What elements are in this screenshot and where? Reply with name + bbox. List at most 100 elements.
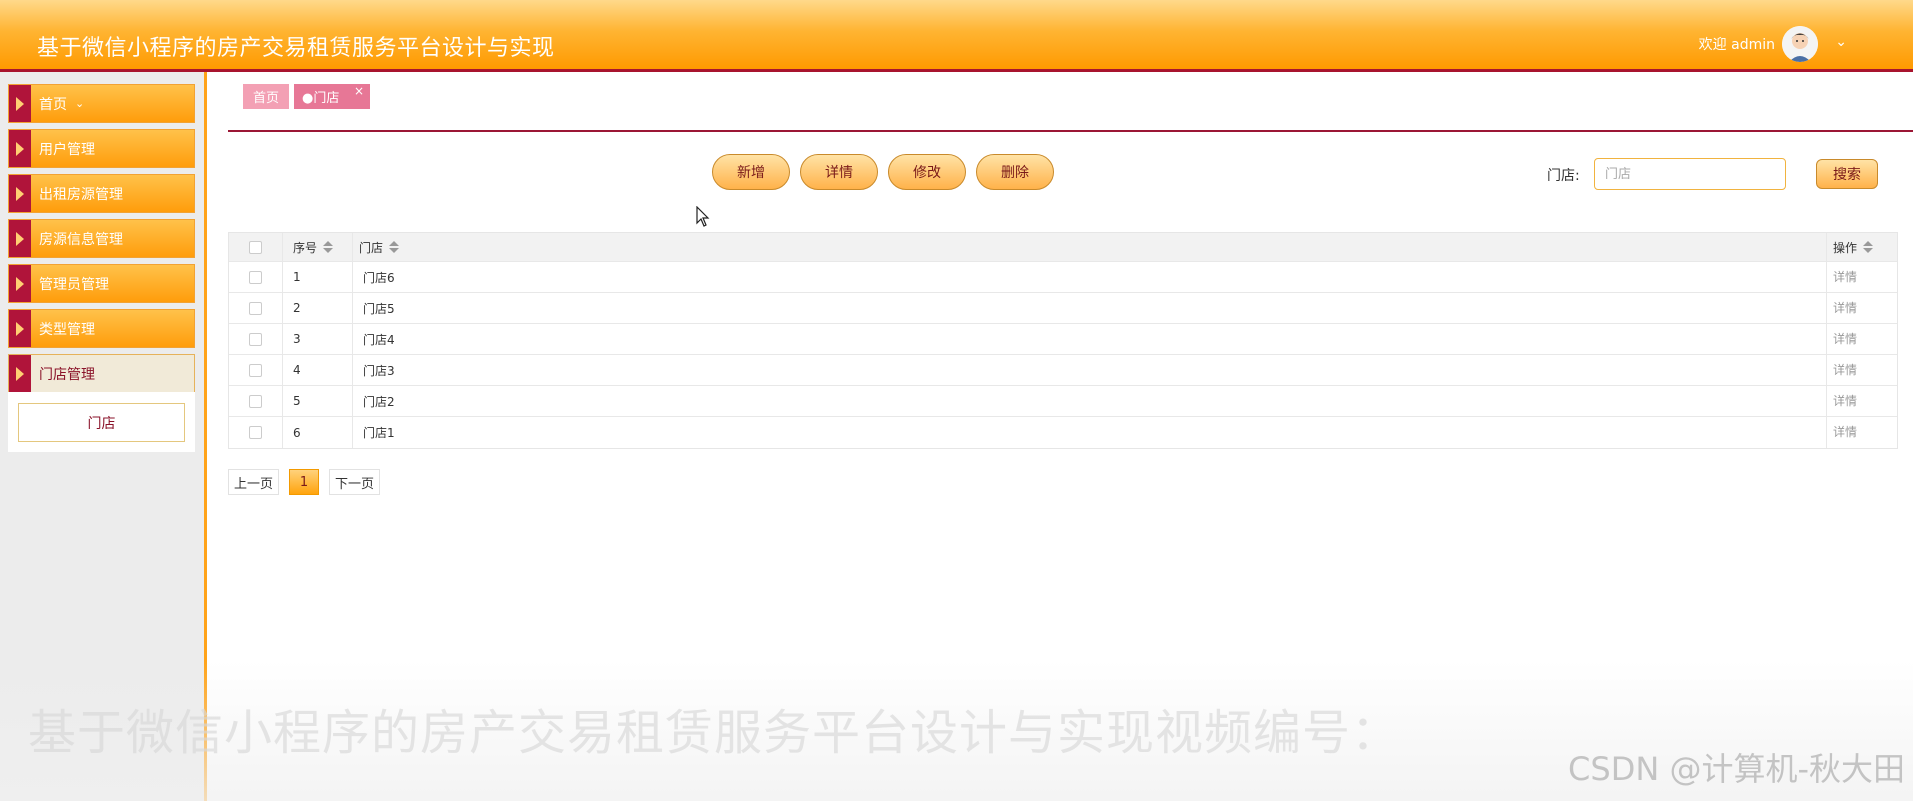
row-checkbox-cell bbox=[229, 324, 283, 354]
row-detail-link[interactable]: 详情 bbox=[1833, 268, 1857, 285]
detail-button[interactable]: 详情 bbox=[800, 154, 878, 190]
row-checkbox-cell bbox=[229, 386, 283, 416]
sidebar-item-stores[interactable]: 门店管理 bbox=[8, 354, 195, 393]
table-row: 1 门店6 详情 bbox=[229, 262, 1897, 293]
row-checkbox[interactable] bbox=[249, 301, 262, 315]
sidebar-item-users[interactable]: 用户管理 bbox=[8, 129, 195, 168]
sort-icon[interactable] bbox=[1863, 241, 1874, 253]
stores-submenu: 门店 bbox=[8, 392, 195, 452]
user-avatar[interactable] bbox=[1782, 26, 1818, 62]
arrow-right-icon bbox=[9, 175, 31, 212]
delete-button[interactable]: 删除 bbox=[976, 154, 1054, 190]
add-button[interactable]: 新增 bbox=[712, 154, 790, 190]
app-title: 基于微信小程序的房产交易租赁服务平台设计与实现 bbox=[37, 36, 555, 61]
table-row: 2 门店5 详情 bbox=[229, 293, 1897, 324]
sidebar-item-label: 出租房源管理 bbox=[39, 186, 123, 203]
next-page-button[interactable]: 下一页 bbox=[329, 469, 380, 495]
row-checkbox[interactable] bbox=[249, 363, 262, 377]
row-store-name: 门店4 bbox=[353, 324, 1827, 354]
row-index: 4 bbox=[283, 355, 353, 385]
edit-button[interactable]: 修改 bbox=[888, 154, 966, 190]
select-all-cell bbox=[229, 233, 283, 261]
page-number-current[interactable]: 1 bbox=[289, 469, 319, 495]
sidebar-item-label: 首页 bbox=[39, 96, 67, 113]
tab-divider bbox=[228, 130, 1913, 132]
store-table: 序号 门店 操作 1 门店6 详情 2 门店5 详情 3 门店4 详情 4 门店… bbox=[228, 232, 1898, 449]
column-action[interactable]: 操作 bbox=[1827, 233, 1899, 261]
row-index: 2 bbox=[283, 293, 353, 323]
row-detail-link[interactable]: 详情 bbox=[1833, 423, 1857, 440]
prev-page-button[interactable]: 上一页 bbox=[228, 469, 279, 495]
arrow-right-icon bbox=[9, 265, 31, 302]
row-checkbox[interactable] bbox=[249, 426, 262, 439]
video-caption-overlay: 基于微信小程序的房产交易租赁服务平台设计与实现视频编号： bbox=[28, 705, 1401, 761]
row-index: 6 bbox=[283, 417, 353, 448]
arrow-right-icon bbox=[9, 220, 31, 257]
row-checkbox-cell bbox=[229, 355, 283, 385]
row-checkbox-cell bbox=[229, 417, 283, 448]
row-detail-link[interactable]: 详情 bbox=[1833, 330, 1857, 347]
row-checkbox[interactable] bbox=[249, 332, 262, 346]
table-row: 4 门店3 详情 bbox=[229, 355, 1897, 386]
sidebar-item-label: 类型管理 bbox=[39, 321, 95, 338]
row-store-name: 门店3 bbox=[353, 355, 1827, 385]
row-checkbox[interactable] bbox=[249, 270, 262, 284]
column-store[interactable]: 门店 bbox=[353, 233, 1827, 261]
search-label: 门店: bbox=[1547, 168, 1580, 184]
chevron-down-icon: ⌄ bbox=[75, 97, 85, 110]
sidebar-item-types[interactable]: 类型管理 bbox=[8, 309, 195, 348]
close-icon[interactable]: × bbox=[354, 84, 364, 98]
table-header: 序号 门店 操作 bbox=[229, 233, 1897, 262]
row-store-name: 门店1 bbox=[353, 417, 1827, 448]
submenu-item-store[interactable]: 门店 bbox=[18, 403, 185, 442]
row-detail-link[interactable]: 详情 bbox=[1833, 392, 1857, 409]
row-checkbox-cell bbox=[229, 293, 283, 323]
sort-icon[interactable] bbox=[389, 241, 400, 253]
table-row: 6 门店1 详情 bbox=[229, 417, 1897, 448]
row-action-cell: 详情 bbox=[1827, 386, 1899, 416]
row-index: 3 bbox=[283, 324, 353, 354]
row-store-name: 门店6 bbox=[353, 262, 1827, 292]
sidebar-item-admins[interactable]: 管理员管理 bbox=[8, 264, 195, 303]
column-index[interactable]: 序号 bbox=[283, 233, 353, 261]
sidebar-item-home[interactable]: 首页 ⌄ bbox=[8, 84, 195, 123]
row-detail-link[interactable]: 详情 bbox=[1833, 361, 1857, 378]
sidebar-item-rentals[interactable]: 出租房源管理 bbox=[8, 174, 195, 213]
arrow-right-icon bbox=[9, 355, 31, 392]
tab-home[interactable]: 首页 bbox=[243, 84, 289, 109]
row-action-cell: 详情 bbox=[1827, 417, 1899, 448]
row-detail-link[interactable]: 详情 bbox=[1833, 299, 1857, 316]
row-action-cell: 详情 bbox=[1827, 293, 1899, 323]
mouse-cursor-icon bbox=[696, 206, 710, 227]
csdn-watermark: CSDN @计算机-秋大田 bbox=[1568, 750, 1905, 788]
tab-store[interactable]: ●门店 × bbox=[294, 84, 370, 109]
sort-icon[interactable] bbox=[323, 241, 334, 253]
arrow-right-icon bbox=[9, 310, 31, 347]
avatar-icon bbox=[1782, 26, 1818, 62]
search-input[interactable] bbox=[1594, 158, 1786, 190]
row-store-name: 门店2 bbox=[353, 386, 1827, 416]
sidebar-item-label: 房源信息管理 bbox=[39, 231, 123, 248]
user-menu-chevron-icon[interactable]: ⌄ bbox=[1835, 34, 1847, 50]
select-all-checkbox[interactable] bbox=[249, 240, 262, 254]
sidebar-item-label: 管理员管理 bbox=[39, 276, 109, 293]
row-index: 1 bbox=[283, 262, 353, 292]
top-header: 基于微信小程序的房产交易租赁服务平台设计与实现 欢迎 admin ⌄ bbox=[0, 0, 1913, 72]
sidebar-item-listings[interactable]: 房源信息管理 bbox=[8, 219, 195, 258]
table-row: 5 门店2 详情 bbox=[229, 386, 1897, 417]
tab-store-label: ●门店 bbox=[302, 91, 340, 106]
arrow-right-icon bbox=[9, 130, 31, 167]
welcome-text: 欢迎 admin bbox=[1698, 37, 1775, 53]
row-action-cell: 详情 bbox=[1827, 355, 1899, 385]
sidebar-item-label: 用户管理 bbox=[39, 141, 95, 158]
row-checkbox[interactable] bbox=[249, 394, 262, 408]
table-row: 3 门店4 详情 bbox=[229, 324, 1897, 355]
row-checkbox-cell bbox=[229, 262, 283, 292]
sidebar-item-label: 门店管理 bbox=[39, 366, 95, 383]
row-store-name: 门店5 bbox=[353, 293, 1827, 323]
row-index: 5 bbox=[283, 386, 353, 416]
row-action-cell: 详情 bbox=[1827, 262, 1899, 292]
row-action-cell: 详情 bbox=[1827, 324, 1899, 354]
arrow-right-icon bbox=[9, 85, 31, 122]
search-button[interactable]: 搜索 bbox=[1816, 159, 1878, 189]
